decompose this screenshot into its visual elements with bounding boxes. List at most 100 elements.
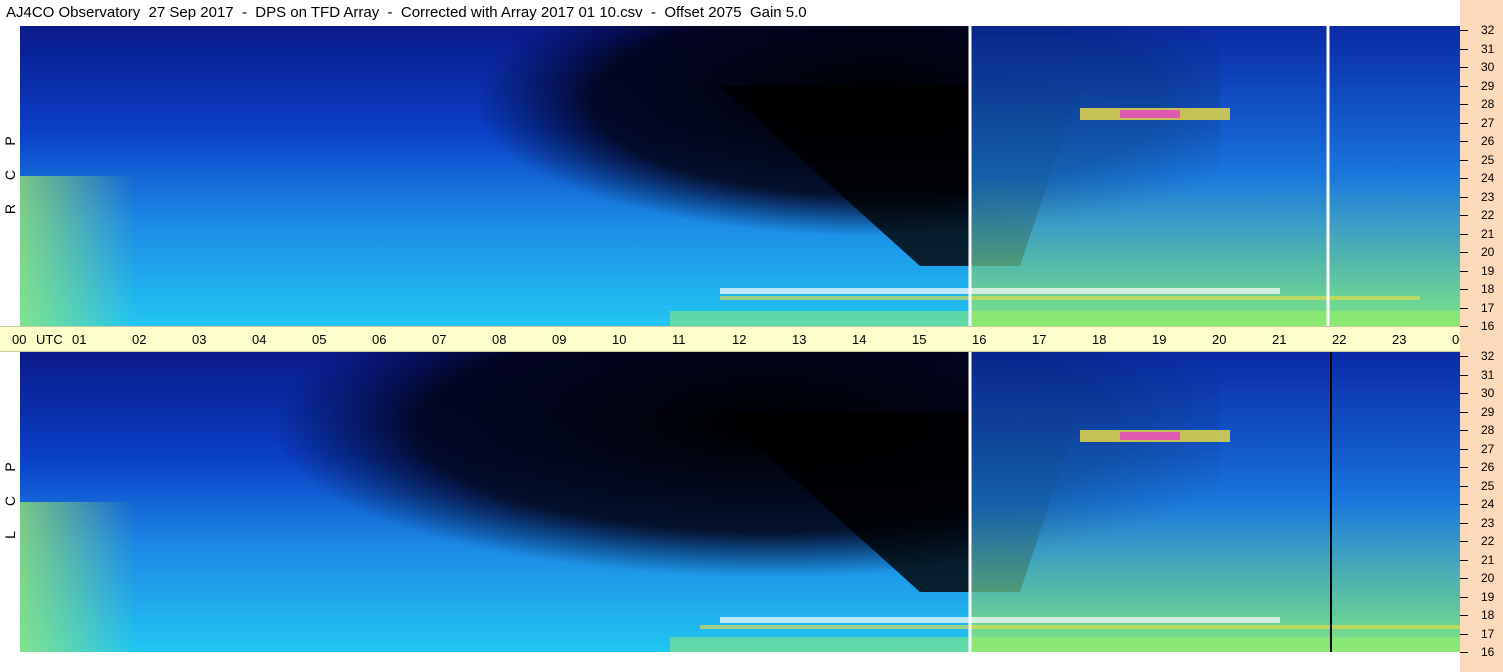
freq-tick	[1460, 159, 1468, 161]
lcp-band-18	[720, 617, 1280, 623]
freq-tick	[1460, 289, 1468, 290]
freq-tick-label: 18	[1481, 608, 1495, 622]
time-tick-label: 00	[12, 332, 27, 347]
freq-tick	[1460, 374, 1468, 376]
rcp-band-27-core	[1120, 110, 1180, 118]
lcp-band-17	[670, 637, 1460, 652]
freq-tick	[1460, 326, 1468, 327]
time-tick-label: 12	[732, 332, 747, 347]
freq-tick	[1460, 233, 1468, 235]
chart-title: AJ4CO Observatory 27 Sep 2017 - DPS on T…	[6, 4, 807, 21]
time-tick-label: 14	[852, 332, 867, 347]
time-tick-label: 16	[972, 332, 987, 347]
lcp-side-label: P C L	[0, 352, 20, 652]
freq-tick	[1460, 48, 1468, 50]
freq-tick	[1460, 615, 1468, 616]
rcp-letter-c: C	[2, 169, 18, 181]
lcp-afternoon-band	[970, 352, 1460, 652]
freq-tick-label: 18	[1481, 282, 1495, 296]
freq-tick-label: 22	[1481, 208, 1495, 222]
freq-tick-label: 30	[1481, 60, 1495, 74]
freq-tick	[1460, 252, 1468, 253]
freq-tick	[1460, 122, 1468, 124]
freq-tick	[1460, 270, 1468, 272]
rcp-band-18b	[720, 296, 1420, 300]
rcp-letter-r: R	[2, 203, 18, 215]
time-tick-label: 17	[1032, 332, 1047, 347]
time-tick-label: 03	[192, 332, 207, 347]
time-tick-label: 20	[1212, 332, 1227, 347]
freq-tick	[1460, 356, 1468, 357]
freq-tick-label: 24	[1481, 497, 1495, 511]
freq-tick	[1460, 307, 1468, 309]
freq-tick	[1460, 541, 1468, 542]
bottom-strip	[0, 652, 1460, 672]
freq-tick-label: 16	[1481, 645, 1495, 659]
freq-tick-label: 23	[1481, 189, 1495, 204]
freq-tick-label: 31	[1481, 367, 1495, 382]
time-tick-label: 06	[372, 332, 387, 347]
rcp-band-17	[670, 311, 1460, 326]
rcp-spectrogram	[20, 26, 1460, 326]
freq-tick	[1460, 522, 1468, 524]
lcp-band-18b	[700, 625, 1460, 629]
rcp-afternoon-band	[970, 26, 1460, 326]
freq-tick	[1460, 633, 1468, 635]
lcp-spectrogram-svg	[20, 352, 1460, 652]
time-tick-label: 21	[1272, 332, 1287, 347]
rcp-spectrogram-svg	[20, 26, 1460, 326]
freq-tick-label: 19	[1481, 589, 1495, 604]
freq-tick-label: 27	[1481, 441, 1495, 456]
lcp-spectrogram	[20, 352, 1460, 652]
freq-tick-label: 22	[1481, 534, 1495, 548]
freq-tick	[1460, 448, 1468, 450]
time-tick-label: 01	[72, 332, 87, 347]
freq-tick-label: 25	[1481, 478, 1495, 493]
time-axis: 00 UTC 01 02 03 04 05 06 07 08 09 10 11 12 13 14 15 16 17 1…	[0, 326, 1496, 352]
freq-tick-label: 23	[1481, 515, 1495, 530]
time-tick-label: UTC	[36, 332, 63, 347]
freq-tick-label: 24	[1481, 171, 1495, 185]
freq-tick-label: 25	[1481, 152, 1495, 167]
freq-tick	[1460, 430, 1468, 431]
time-tick-label: 08	[492, 332, 507, 347]
freq-tick-label: 29	[1481, 404, 1495, 419]
freq-tick-label: 32	[1481, 349, 1495, 363]
freq-tick	[1460, 196, 1468, 198]
time-tick-label: 10	[612, 332, 627, 347]
freq-tick	[1460, 596, 1468, 598]
freq-tick	[1460, 504, 1468, 505]
lcp-letter-l: L	[2, 531, 18, 539]
time-tick-label: 15	[912, 332, 927, 347]
time-tick-label: 05	[312, 332, 327, 347]
freq-tick-label: 20	[1481, 245, 1495, 259]
time-tick-label: 07	[432, 332, 447, 347]
freq-tick	[1460, 559, 1468, 561]
freq-tick	[1460, 215, 1468, 216]
time-tick-label: 11	[672, 332, 686, 347]
rcp-side-label: P C R	[0, 26, 20, 326]
lcp-letter-p: P	[2, 462, 18, 472]
freq-tick-label: 17	[1481, 626, 1495, 641]
freq-tick	[1460, 85, 1468, 87]
time-tick-label: 04	[252, 332, 267, 347]
freq-tick-label: 29	[1481, 78, 1495, 93]
freq-tick-label: 26	[1481, 134, 1495, 148]
freq-tick	[1460, 104, 1468, 105]
freq-tick	[1460, 578, 1468, 579]
freq-tick-label: 20	[1481, 571, 1495, 585]
rcp-band-18	[720, 288, 1280, 294]
freq-tick-label: 32	[1481, 23, 1495, 37]
freq-tick-label: 28	[1481, 97, 1495, 111]
freq-tick-label: 21	[1481, 226, 1495, 241]
freq-tick	[1460, 652, 1468, 653]
freq-tick	[1460, 485, 1468, 487]
freq-tick	[1460, 178, 1468, 179]
time-tick-label: 19	[1152, 332, 1167, 347]
freq-tick	[1460, 467, 1468, 468]
freq-tick-label: 21	[1481, 552, 1495, 567]
freq-tick-label: 17	[1481, 300, 1495, 315]
time-tick-label: 18	[1092, 332, 1107, 347]
freq-tick-label: 27	[1481, 115, 1495, 130]
freq-tick-label: 31	[1481, 41, 1495, 56]
